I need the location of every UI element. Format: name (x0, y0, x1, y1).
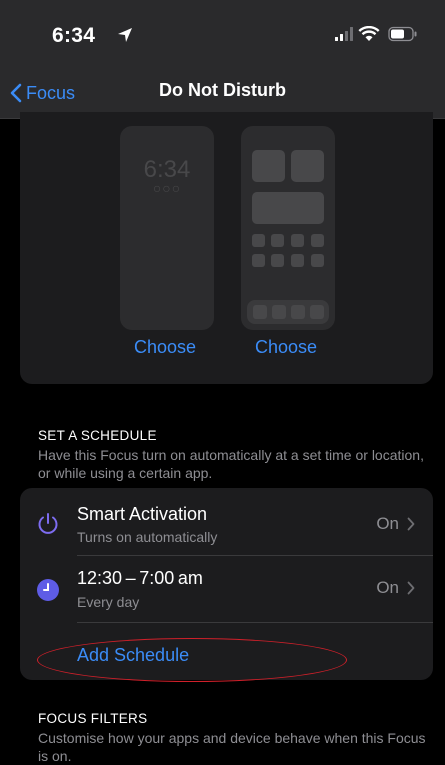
cellular-signal-icon (335, 27, 353, 41)
smart-activation-value: On (376, 514, 399, 533)
smart-activation-row[interactable]: Smart Activation Turns on automatically … (20, 488, 433, 556)
widget-tile (252, 150, 285, 182)
dock-tile (291, 305, 305, 319)
choose-lock-screen-button[interactable]: Choose (134, 337, 196, 358)
app-tile (252, 254, 265, 267)
app-tile (311, 234, 324, 247)
schedule-time-title: 12:30 – 7:00 am (77, 568, 203, 588)
clock-icon (37, 579, 59, 601)
filters-section-description: Customise how your apps and device behav… (38, 730, 426, 764)
status-time: 6:34 (52, 24, 96, 47)
schedule-row[interactable]: 12:30 – 7:00 am Every day On (20, 556, 433, 622)
choose-home-screen-button[interactable]: Choose (255, 337, 317, 358)
home-screen-preview[interactable] (241, 126, 335, 330)
battery-icon (388, 26, 417, 42)
widget-tile (291, 150, 324, 182)
filters-section-header: FOCUS FILTERS (38, 711, 148, 726)
dock-tile (253, 305, 267, 319)
app-tile (291, 234, 304, 247)
annotation-ellipse (37, 638, 347, 682)
row-divider (77, 622, 433, 623)
status-bar: 6:34 (0, 0, 445, 70)
schedule-section-header: SET A SCHEDULE (38, 428, 157, 443)
app-tile (252, 234, 265, 247)
chevron-right-icon (407, 581, 415, 595)
schedule-time-subtitle: Every day (77, 594, 140, 610)
app-tile (271, 254, 284, 267)
smart-activation-status: On (376, 514, 415, 534)
lock-preview-widgets: ○○○ (152, 180, 182, 196)
dock-tile (272, 305, 286, 319)
power-icon (38, 513, 58, 534)
dock-preview (247, 300, 329, 324)
dock-tile (310, 305, 324, 319)
schedule-status: On (376, 578, 415, 598)
widget-tile-wide (252, 192, 324, 224)
page-title: Do Not Disturb (159, 80, 286, 100)
location-arrow-icon (118, 28, 132, 42)
lock-screen-preview[interactable]: 6:34 ○○○ (120, 126, 214, 330)
app-tile (291, 254, 304, 267)
smart-activation-title: Smart Activation (77, 504, 208, 524)
schedule-value: On (376, 578, 399, 597)
wallpaper-card: 6:34 ○○○ Choose Choose (20, 112, 433, 384)
app-tile (311, 254, 324, 267)
app-tile (271, 234, 284, 247)
wifi-icon (358, 26, 380, 41)
smart-activation-subtitle: Turns on automatically (77, 529, 218, 545)
schedule-section-description: Have this Focus turn on automatically at… (38, 447, 424, 481)
chevron-right-icon (407, 517, 415, 531)
